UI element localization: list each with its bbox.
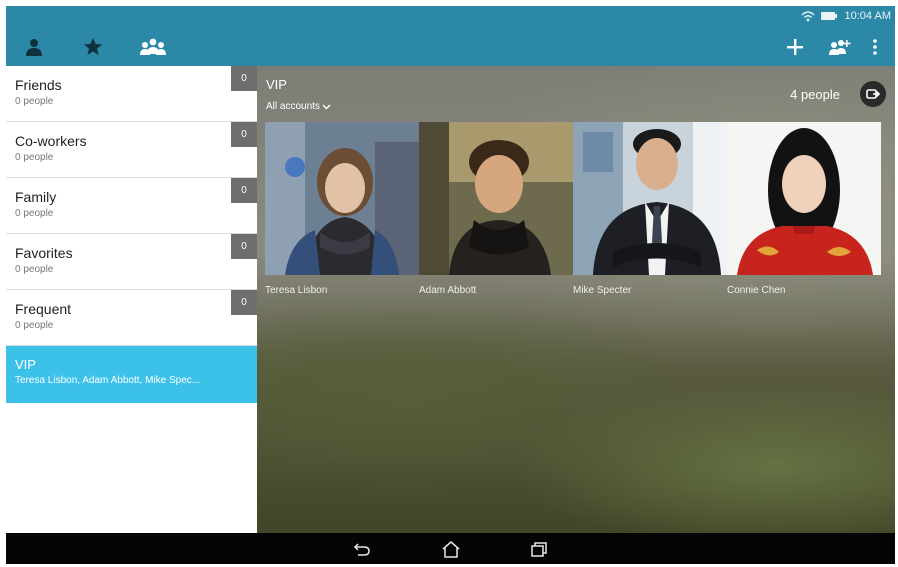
member-name[interactable]: Adam Abbott <box>419 285 573 296</box>
share-icon <box>866 89 880 99</box>
battery-icon <box>821 12 837 20</box>
group-count-badge: 0 <box>231 178 257 203</box>
group-item-vip[interactable]: VIP Teresa Lisbon, Adam Abbott, Mike Spe… <box>6 346 257 403</box>
group-item-favorites[interactable]: Favorites 0 people 0 <box>6 234 257 290</box>
group-subtitle: 0 people <box>15 264 54 275</box>
home-icon <box>442 541 460 558</box>
accounts-filter-label: All accounts <box>266 101 320 112</box>
member-photo-connie-chen[interactable] <box>727 122 881 275</box>
group-count-badge: 0 <box>231 234 257 259</box>
person-icon[interactable] <box>23 36 45 58</box>
member-photos <box>265 122 881 275</box>
recent-apps-icon <box>531 542 547 557</box>
overflow-menu-icon[interactable] <box>868 36 882 58</box>
accounts-filter[interactable]: All accounts <box>266 101 331 112</box>
back-icon <box>353 543 370 556</box>
device-screen: 10:04 AM Friends 0 people 0 Co-workers 0… <box>6 6 895 564</box>
group-name: Friends <box>15 77 62 93</box>
group-subtitle: Teresa Lisbon, Adam Abbott, Mike Spec... <box>15 375 201 386</box>
group-item-frequent[interactable]: Frequent 0 people 0 <box>6 290 257 346</box>
group-name: Frequent <box>15 301 72 317</box>
member-name[interactable]: Connie Chen <box>727 285 881 296</box>
action-bar <box>6 28 895 66</box>
group-name: Family <box>15 189 57 205</box>
member-name[interactable]: Mike Specter <box>573 285 727 296</box>
group-name: VIP <box>15 357 36 372</box>
group-subtitle: 0 people <box>15 320 54 331</box>
add-icon[interactable] <box>784 36 806 58</box>
chevron-down-icon <box>322 104 331 109</box>
member-names: Teresa Lisbon Adam Abbott Mike Specter C… <box>265 285 881 296</box>
add-group-icon[interactable] <box>827 36 853 58</box>
star-icon[interactable] <box>82 36 104 58</box>
group-item-co-workers[interactable]: Co-workers 0 people 0 <box>6 122 257 178</box>
status-time: 10:04 AM <box>844 10 891 22</box>
member-photo-mike-specter[interactable] <box>573 122 727 275</box>
group-count-badge: 0 <box>231 66 257 91</box>
recent-apps-button[interactable] <box>528 539 550 559</box>
portrait-image <box>573 122 727 275</box>
group-name: Favorites <box>15 245 73 261</box>
groups-list: Friends 0 people 0 Co-workers 0 people 0… <box>6 66 257 533</box>
member-name[interactable]: Teresa Lisbon <box>265 285 419 296</box>
group-item-friends[interactable]: Friends 0 people 0 <box>6 66 257 122</box>
member-photo-adam-abbott[interactable] <box>419 122 573 275</box>
groups-icon[interactable] <box>139 36 167 58</box>
group-subtitle: 0 people <box>15 208 54 219</box>
group-subtitle: 0 people <box>15 96 54 107</box>
member-photo-teresa-lisbon[interactable] <box>265 122 419 275</box>
navigation-bar <box>6 533 895 564</box>
group-item-family[interactable]: Family 0 people 0 <box>6 178 257 234</box>
portrait-image <box>419 122 573 275</box>
group-subtitle: 0 people <box>15 152 54 163</box>
share-group-button[interactable] <box>860 81 886 107</box>
back-button[interactable] <box>351 539 373 559</box>
portrait-image <box>727 122 881 275</box>
group-detail: VIP All accounts 4 people Teresa Lisbon … <box>257 66 895 533</box>
status-bar: 10:04 AM <box>6 6 895 28</box>
group-name: Co-workers <box>15 133 87 149</box>
portrait-image <box>265 122 419 275</box>
people-count: 4 people <box>790 87 840 102</box>
group-count-badge: 0 <box>231 122 257 147</box>
group-title: VIP <box>266 77 287 92</box>
home-button[interactable] <box>440 539 462 559</box>
wifi-icon <box>801 11 815 22</box>
group-count-badge: 0 <box>231 290 257 315</box>
